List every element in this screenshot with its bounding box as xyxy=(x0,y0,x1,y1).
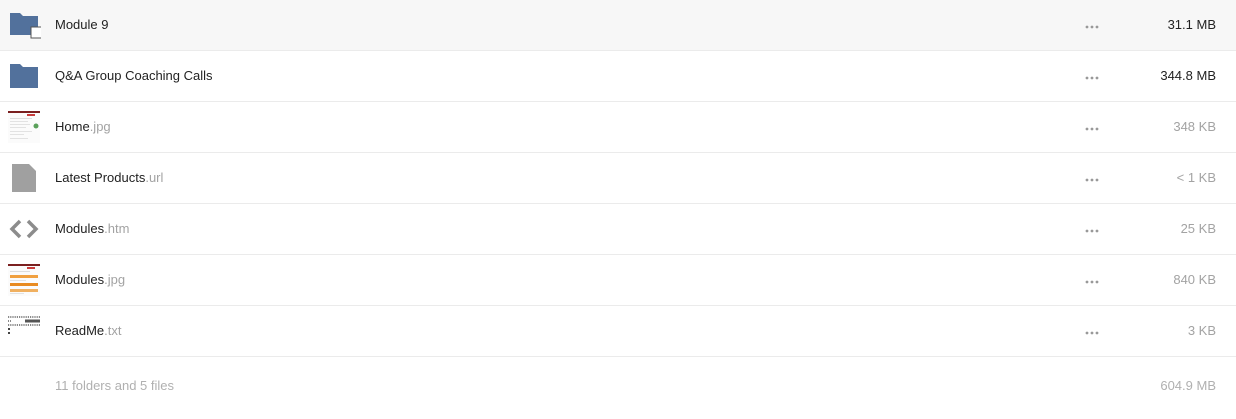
file-row-modules-jpg[interactable]: Modules.jpg 840 KB xyxy=(0,255,1236,306)
text-file-thumbnail xyxy=(7,314,41,348)
file-size: 840 KB xyxy=(1173,272,1216,287)
file-name[interactable]: ReadMe.txt xyxy=(55,322,121,340)
more-horizontal-icon[interactable] xyxy=(1084,326,1100,336)
file-list-summary: 11 folders and 5 files 604.9 MB xyxy=(0,357,1236,407)
file-name[interactable]: Latest Products.url xyxy=(55,169,163,187)
more-horizontal-icon[interactable] xyxy=(1084,173,1100,183)
file-row-readme-txt[interactable]: ReadMe.txt 3 KB xyxy=(0,306,1236,357)
file-size: < 1 KB xyxy=(1176,170,1216,185)
file-name[interactable]: Home.jpg xyxy=(55,118,111,136)
file-name[interactable]: Module 9 xyxy=(55,16,108,34)
summary-count: 11 folders and 5 files xyxy=(55,378,174,393)
file-size: 25 KB xyxy=(1180,221,1216,236)
more-horizontal-icon[interactable] xyxy=(1084,275,1100,285)
file-size: 31.1 MB xyxy=(1167,17,1216,32)
file-name[interactable]: Modules.jpg xyxy=(55,271,125,289)
file-size: 3 KB xyxy=(1187,323,1216,338)
folder-icon xyxy=(7,59,41,93)
file-size: 344.8 MB xyxy=(1160,68,1216,83)
generic-file-icon xyxy=(7,161,41,195)
file-list: Module 9 31.1 MB Q&A Group Coaching Call… xyxy=(0,0,1236,419)
code-icon xyxy=(7,212,41,246)
folder-icon xyxy=(7,8,43,42)
more-horizontal-icon[interactable] xyxy=(1084,224,1100,234)
file-row-latest-products-url[interactable]: Latest Products.url < 1 KB xyxy=(0,153,1236,204)
image-thumbnail xyxy=(7,110,41,144)
file-name[interactable]: Modules.htm xyxy=(55,220,129,238)
file-row-module-9[interactable]: Module 9 31.1 MB xyxy=(0,0,1236,51)
summary-total-size: 604.9 MB xyxy=(1160,378,1216,393)
image-thumbnail xyxy=(7,263,41,297)
file-row-qa-group-coaching-calls[interactable]: Q&A Group Coaching Calls 344.8 MB xyxy=(0,51,1236,102)
file-row-modules-htm[interactable]: Modules.htm 25 KB xyxy=(0,204,1236,255)
more-horizontal-icon[interactable] xyxy=(1084,20,1100,30)
file-row-home-jpg[interactable]: Home.jpg 348 KB xyxy=(0,102,1236,153)
more-horizontal-icon[interactable] xyxy=(1084,122,1100,132)
more-horizontal-icon[interactable] xyxy=(1084,71,1100,81)
file-size: 348 KB xyxy=(1173,119,1216,134)
file-name[interactable]: Q&A Group Coaching Calls xyxy=(55,67,213,85)
